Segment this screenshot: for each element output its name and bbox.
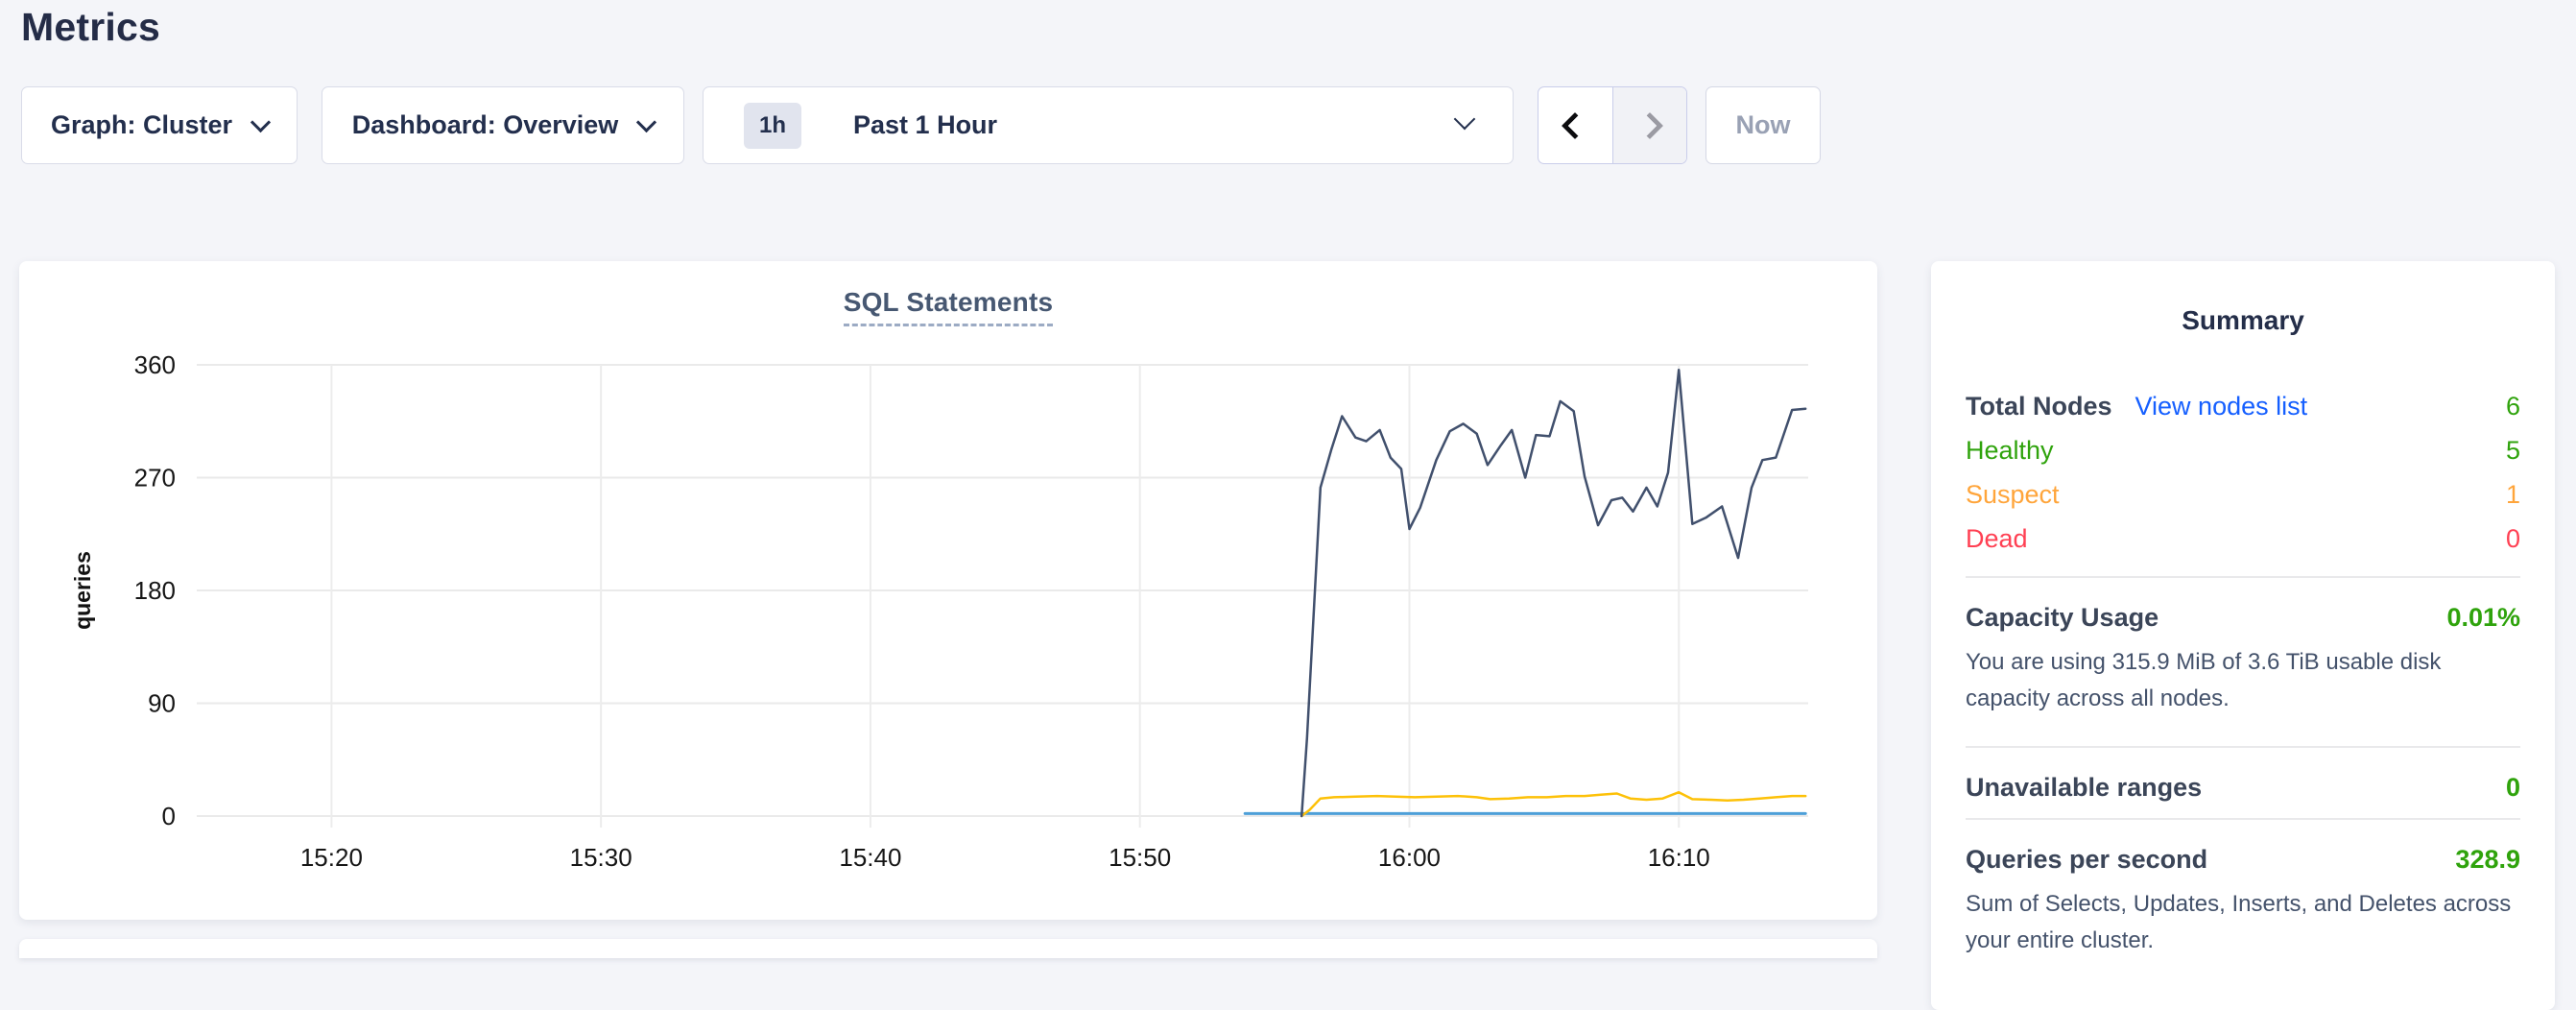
- queries-per-second-value: 328.9: [2455, 845, 2520, 875]
- total-nodes-label: Total Nodes: [1966, 392, 2112, 421]
- now-button[interactable]: Now: [1705, 86, 1821, 164]
- capacity-usage-label: Capacity Usage: [1966, 603, 2159, 633]
- svg-text:16:10: 16:10: [1648, 843, 1710, 872]
- next-chart-card-partial: [19, 939, 1877, 958]
- svg-text:15:50: 15:50: [1109, 843, 1171, 872]
- chevron-down-icon: [250, 111, 271, 132]
- healthy-value: 5: [2506, 436, 2520, 466]
- suspect-value: 1: [2506, 480, 2520, 510]
- metrics-page: { "page": { "title": "Metrics" }, "toolb…: [0, 0, 2576, 950]
- total-nodes-row: Total Nodes View nodes list 6: [1966, 384, 2520, 428]
- queries-per-second-description: Sum of Selects, Updates, Inserts, and De…: [1966, 886, 2520, 973]
- suspect-nodes-row: Suspect 1: [1966, 472, 2520, 517]
- svg-text:90: 90: [148, 689, 176, 718]
- time-window-label: Past 1 Hour: [853, 110, 997, 140]
- dead-label: Dead: [1966, 524, 2028, 554]
- page-title: Metrics: [21, 0, 160, 54]
- chevron-left-icon: [1562, 111, 1588, 138]
- svg-text:queries: queries: [70, 551, 95, 630]
- unavailable-ranges-label: Unavailable ranges: [1966, 773, 2202, 803]
- healthy-nodes-row: Healthy 5: [1966, 428, 2520, 472]
- time-nav-group: [1538, 86, 1687, 164]
- suspect-label: Suspect: [1966, 480, 2060, 510]
- prev-time-button[interactable]: [1538, 87, 1613, 163]
- unavailable-ranges-value: 0: [2506, 773, 2520, 803]
- total-nodes-value: 6: [2506, 392, 2520, 421]
- summary-title: Summary: [1966, 305, 2520, 336]
- time-window-badge: 1h: [744, 103, 801, 149]
- capacity-usage-section: Capacity Usage 0.01% You are using 315.9…: [1966, 576, 2520, 731]
- capacity-usage-value: 0.01%: [2446, 603, 2520, 633]
- unavailable-ranges-section: Unavailable ranges 0: [1966, 746, 2520, 803]
- svg-text:180: 180: [134, 576, 176, 605]
- chevron-right-icon: [1636, 111, 1663, 138]
- time-window-selector[interactable]: 1h Past 1 Hour: [703, 86, 1514, 164]
- sql-statements-chart-card: SQL Statements 09018027036015:2015:3015:…: [19, 261, 1877, 920]
- svg-text:16:00: 16:00: [1378, 843, 1441, 872]
- healthy-label: Healthy: [1966, 436, 2054, 466]
- svg-text:0: 0: [162, 802, 176, 830]
- dashboard-selector-label: Dashboard: Overview: [352, 110, 619, 140]
- summary-panel: Summary Total Nodes View nodes list 6 He…: [1931, 261, 2555, 1010]
- view-nodes-list-link[interactable]: View nodes list: [2135, 392, 2308, 421]
- svg-text:270: 270: [134, 464, 176, 493]
- nodes-status-block: Total Nodes View nodes list 6 Healthy 5 …: [1966, 384, 2520, 561]
- queries-per-second-label: Queries per second: [1966, 845, 2207, 875]
- next-time-button[interactable]: [1613, 87, 1687, 163]
- dashboard-selector-dropdown[interactable]: Dashboard: Overview: [322, 86, 684, 164]
- dead-nodes-row: Dead 0: [1966, 517, 2520, 561]
- queries-per-second-section: Queries per second 328.9 Sum of Selects,…: [1966, 818, 2520, 973]
- svg-text:15:30: 15:30: [570, 843, 632, 872]
- graph-selector-dropdown[interactable]: Graph: Cluster: [21, 86, 298, 164]
- chevron-down-icon: [1454, 108, 1476, 131]
- sql-statements-chart-plot[interactable]: 0 90 180 270 360 15:20 15:30 15:40 15:50 16:00 16:…: [19, 261, 1877, 920]
- dead-value: 0: [2506, 524, 2520, 554]
- capacity-usage-description: You are using 315.9 MiB of 3.6 TiB usabl…: [1966, 644, 2520, 731]
- graph-selector-label: Graph: Cluster: [51, 110, 232, 140]
- chevron-down-icon: [636, 111, 656, 132]
- svg-text:15:40: 15:40: [839, 843, 901, 872]
- svg-text:15:20: 15:20: [300, 843, 363, 872]
- svg-text:360: 360: [134, 350, 176, 379]
